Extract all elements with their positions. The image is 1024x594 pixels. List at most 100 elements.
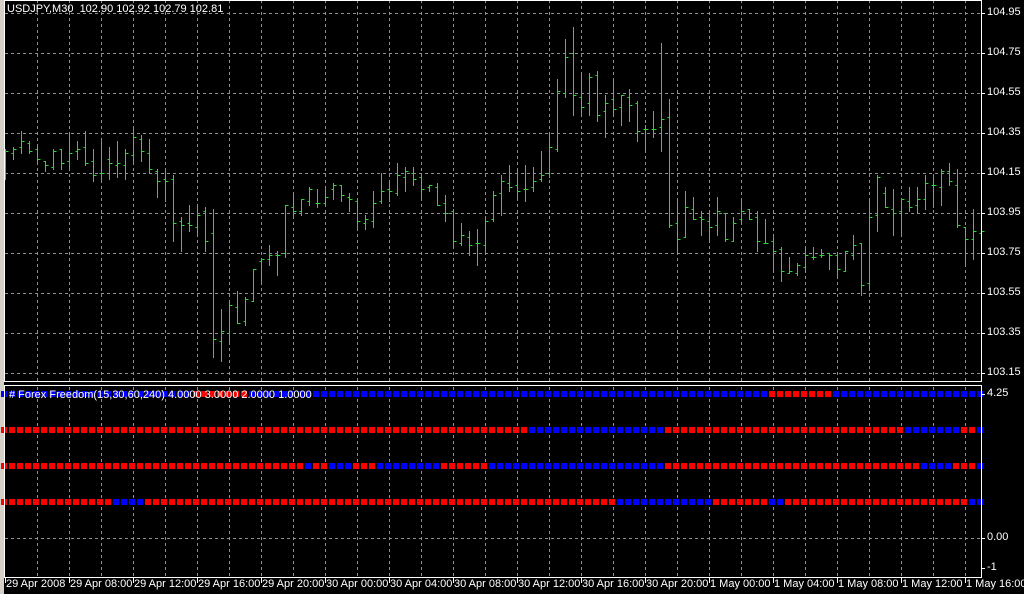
indicator-dot-red: [265, 427, 271, 433]
indicator-dot-red: [809, 499, 815, 505]
indicator-dot-red: [441, 427, 447, 433]
price-label: 104.95: [987, 6, 1021, 18]
indicator-dot-red: [385, 427, 391, 433]
ohlc-bar: [387, 183, 393, 202]
indicator-dot-blue: [617, 463, 623, 469]
indicator-dot-red: [801, 391, 807, 397]
indicator-dot-blue: [553, 391, 559, 397]
indicator-dot-red: [505, 499, 511, 505]
time-label: 29 Apr 16:00: [198, 578, 261, 590]
indicator-dot-blue: [305, 463, 311, 469]
indicator-dot-red: [729, 427, 735, 433]
indicator-dot-red: [857, 463, 863, 469]
indicator-dot-red: [489, 427, 495, 433]
indicator-dot-blue: [561, 391, 567, 397]
indicator-dot-red: [921, 499, 927, 505]
indicator-dot-blue: [729, 391, 735, 397]
indicator-dot-blue: [329, 463, 335, 469]
indicator-dot-blue: [113, 499, 119, 505]
indicator-dot-red: [337, 499, 343, 505]
indicator-dot-red: [145, 427, 151, 433]
ohlc-bar: [467, 231, 473, 256]
ohlc-bar: [779, 247, 785, 282]
indicator-dot-red: [769, 463, 775, 469]
indicator-dot-blue: [585, 391, 591, 397]
indicator-dot-blue: [457, 391, 463, 397]
ohlc-bar: [123, 149, 129, 180]
indicator-dot-blue: [409, 463, 415, 469]
indicator-dot-red: [457, 499, 463, 505]
indicator-dot-red: [857, 499, 863, 505]
indicator-dot-red: [297, 499, 303, 505]
indicator-dot-red: [217, 499, 223, 505]
indicator-dot-red: [73, 499, 79, 505]
indicator-dot-red: [521, 499, 527, 505]
indicator-dot-blue: [841, 391, 847, 397]
indicator-dot-blue: [473, 391, 479, 397]
indicator-dot-blue: [665, 391, 671, 397]
indicator-dot-red: [33, 463, 39, 469]
indicator-dot-red: [321, 427, 327, 433]
indicator-dot-blue: [601, 463, 607, 469]
indicator-dot-red: [833, 499, 839, 505]
indicator-dot-red: [849, 463, 855, 469]
indicator-dot-red: [169, 499, 175, 505]
indicator-dot-red: [313, 463, 319, 469]
indicator-dot-blue: [625, 391, 631, 397]
indicator-dot-red: [745, 463, 751, 469]
indicator-dot-blue: [481, 391, 487, 397]
indicator-dot-red: [873, 463, 879, 469]
indicator-dot-red: [201, 463, 207, 469]
indicator-dot-blue: [425, 391, 431, 397]
indicator-dot-red: [209, 427, 215, 433]
indicator-dot-red: [41, 427, 47, 433]
indicator-dot-blue: [921, 463, 927, 469]
indicator-dot-red: [345, 427, 351, 433]
indicator-dot-red: [81, 427, 87, 433]
ohlc-bar: [115, 141, 121, 178]
indicator-dot-red: [305, 427, 311, 433]
ohlc-bar: [523, 165, 529, 202]
indicator-dot-red: [681, 427, 687, 433]
indicator-dot-red: [321, 499, 327, 505]
ohlc-bar: [235, 291, 241, 324]
indicator-dot-red: [865, 463, 871, 469]
indicator-dot-red: [889, 463, 895, 469]
indicator-dot-blue: [625, 427, 631, 433]
ohlc-bar: [195, 207, 201, 236]
time-label: 1 May 08:00: [838, 578, 899, 590]
indicator-dot-blue: [977, 427, 983, 433]
indicator-dot-red: [825, 499, 831, 505]
chart-canvas[interactable]: [0, 0, 1024, 594]
indicator-dot-blue: [977, 463, 983, 469]
indicator-dot-blue: [913, 427, 919, 433]
ohlc-bar: [691, 197, 697, 220]
indicator-dot-blue: [529, 427, 535, 433]
indicator-dot-red: [65, 463, 71, 469]
indicator-dot-red: [281, 499, 287, 505]
indicator-dot-blue: [545, 427, 551, 433]
indicator-dot-red: [177, 427, 183, 433]
indicator-dot-blue: [969, 391, 975, 397]
indicator-dot-red: [745, 427, 751, 433]
indicator-dot-blue: [649, 499, 655, 505]
indicator-dot-red: [681, 463, 687, 469]
ohlc-bar: [11, 147, 17, 160]
indicator-dot-red: [289, 427, 295, 433]
ohlc-bar: [531, 167, 537, 192]
indicator-dot-red: [161, 463, 167, 469]
indicator-dot-red: [865, 427, 871, 433]
indicator-dot-red: [905, 463, 911, 469]
price-label: 103.35: [987, 326, 1021, 338]
indicator-dot-blue: [569, 427, 575, 433]
indicator-dot-red: [449, 499, 455, 505]
indicator-dot-red: [433, 499, 439, 505]
indicator-dot-red: [113, 463, 119, 469]
ohlc-bar: [843, 251, 849, 272]
indicator-dot-red: [273, 427, 279, 433]
indicator-dot-red: [393, 427, 399, 433]
indicator-dot-red: [833, 427, 839, 433]
indicator-dot-blue: [609, 427, 615, 433]
indicator-dot-blue: [441, 391, 447, 397]
ohlc-bar: [187, 205, 193, 232]
